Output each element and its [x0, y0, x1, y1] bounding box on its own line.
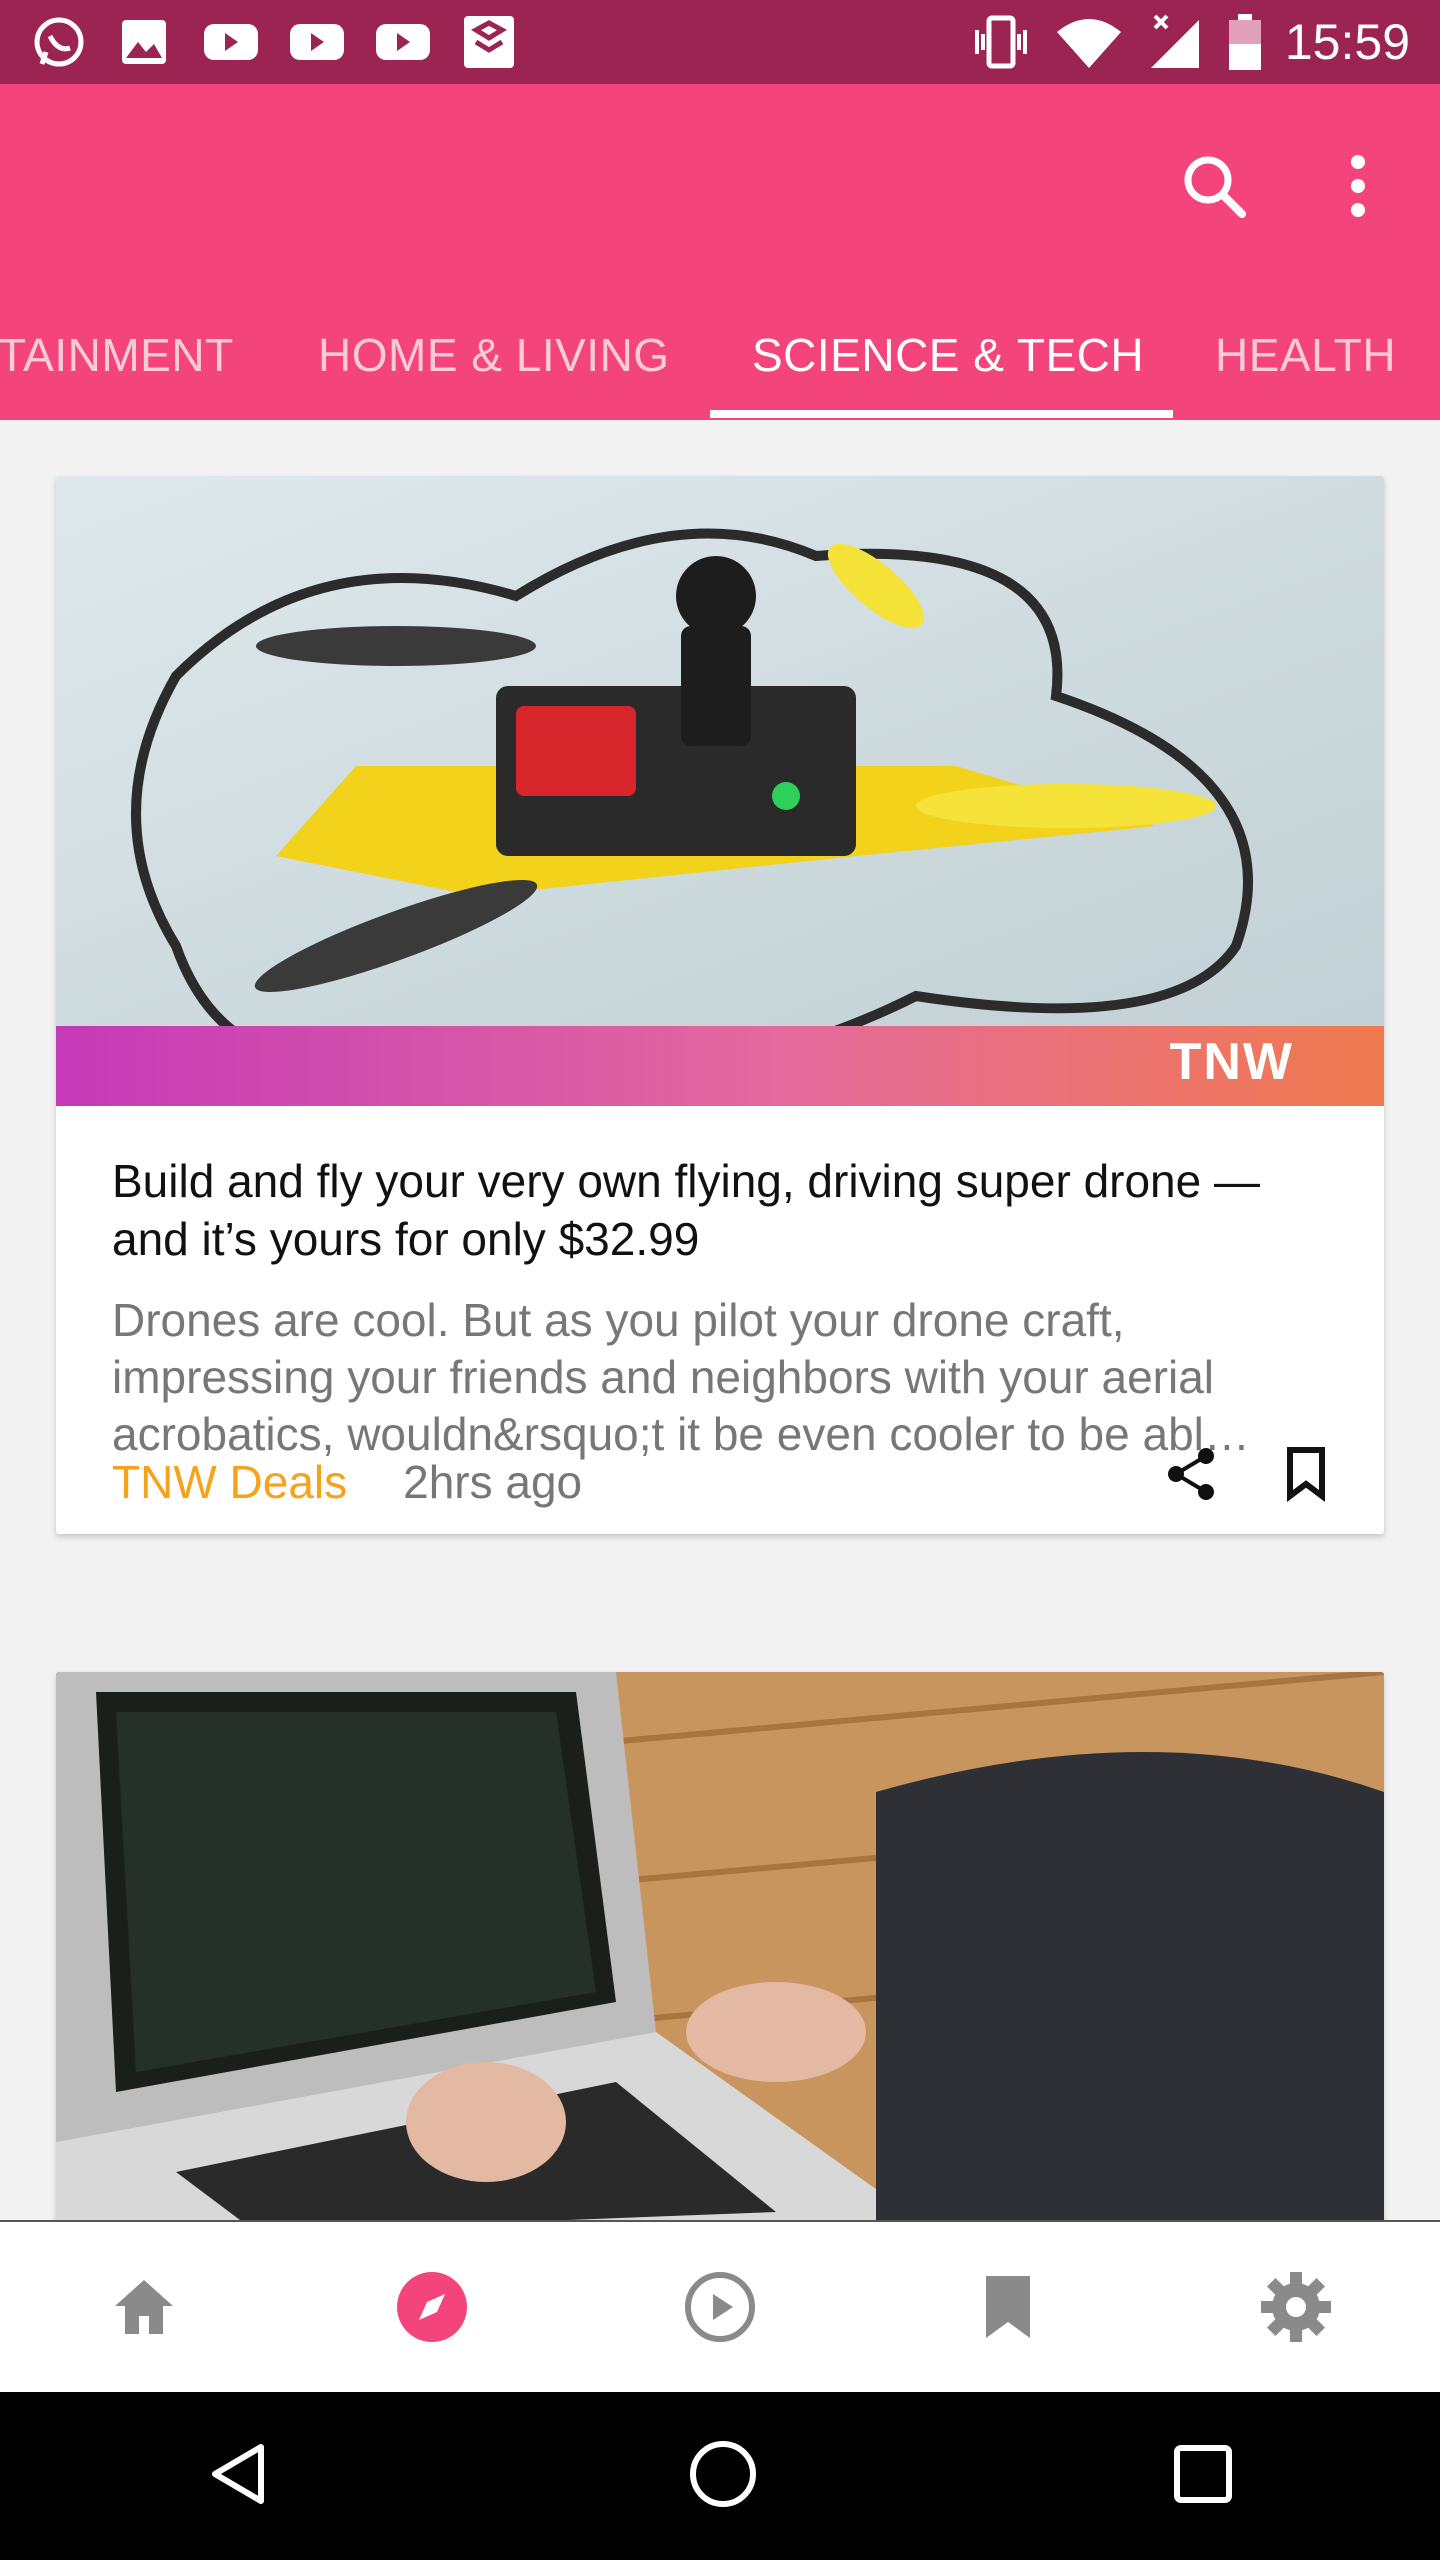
system-status: 15:59 [969, 10, 1410, 74]
signal-icon [1150, 14, 1199, 68]
article-time: 2hrs ago [403, 1456, 583, 1508]
drone-illustration [131, 528, 1253, 1073]
vibrate-icon [974, 15, 1027, 69]
back-button[interactable] [205, 2439, 275, 2514]
tab-home-living[interactable]: HOME & LIVING [318, 290, 670, 420]
recents-button[interactable] [1171, 2442, 1235, 2511]
home-icon [115, 2280, 173, 2334]
laptop-coding-photo [56, 1672, 1384, 2220]
explore-icon [397, 2272, 467, 2342]
share-icon [1168, 1448, 1214, 1500]
nav-settings[interactable] [1241, 2252, 1351, 2362]
search-button[interactable] [1172, 144, 1256, 228]
back-icon [212, 2443, 265, 2504]
nav-bookmarks[interactable] [953, 2252, 1063, 2362]
article-title[interactable]: Build and fly your very own flying, driv… [112, 1152, 1342, 1268]
recents-icon [1173, 2444, 1232, 2503]
category-tabs: TAINMENT HOME & LIVING SCIENCE & TECH HE… [0, 290, 1440, 420]
nav-video[interactable] [665, 2252, 775, 2362]
status-bar: 15:59 [0, 0, 1440, 84]
more-vert-icon [1351, 155, 1365, 217]
wifi-icon [1056, 19, 1121, 68]
notification-icons [28, 14, 520, 70]
home-circle-icon [689, 2440, 756, 2507]
article-card[interactable]: TNW Build and fly your very own flying, … [56, 476, 1384, 1534]
article-actions [1164, 1446, 1328, 1507]
article-description: Drones are cool. But as you pilot your d… [112, 1294, 1250, 1460]
youtube-icon [200, 14, 262, 70]
bookmark-icon [986, 2276, 1030, 2338]
battery-icon [1228, 14, 1261, 70]
overflow-menu-button[interactable] [1316, 144, 1400, 228]
gallery-icon [114, 14, 176, 70]
play-icon [685, 2272, 755, 2342]
app-bar: TAINMENT HOME & LIVING SCIENCE & TECH HE… [0, 84, 1440, 420]
system-navigation [0, 2392, 1440, 2560]
article-card[interactable] [56, 1672, 1384, 2220]
app-bar-actions [1172, 144, 1400, 228]
whatsapp-icon [28, 14, 90, 70]
share-button[interactable] [1164, 1446, 1220, 1507]
tnw-logo: TNW [1169, 1033, 1294, 1091]
active-tab-indicator [710, 410, 1173, 418]
tab-health[interactable]: HEALTH [1215, 290, 1396, 420]
nav-explore[interactable] [377, 2252, 487, 2362]
article-image[interactable] [56, 1672, 1384, 2220]
bottom-navigation [0, 2220, 1440, 2392]
bookmark-icon [1287, 1447, 1325, 1502]
home-button[interactable] [686, 2437, 760, 2516]
article-image[interactable]: TNW [56, 476, 1384, 1106]
clock: 15:59 [1284, 14, 1410, 70]
youtube-icon [286, 14, 348, 70]
article-source[interactable]: TNW Deals [112, 1452, 347, 1512]
article-feed[interactable]: TNW Build and fly your very own flying, … [0, 420, 1440, 2220]
search-icon [1184, 156, 1246, 218]
nav-home[interactable] [89, 2252, 199, 2362]
settings-icon [1261, 2272, 1331, 2342]
youtube-icon [372, 14, 434, 70]
tab-science-tech[interactable]: SCIENCE & TECH [752, 290, 1144, 420]
tab-entertainment[interactable]: TAINMENT [0, 290, 234, 420]
article-meta: TNW Deals 2hrs ago [112, 1452, 582, 1512]
app-icon [458, 14, 520, 70]
bookmark-button[interactable] [1284, 1446, 1328, 1507]
